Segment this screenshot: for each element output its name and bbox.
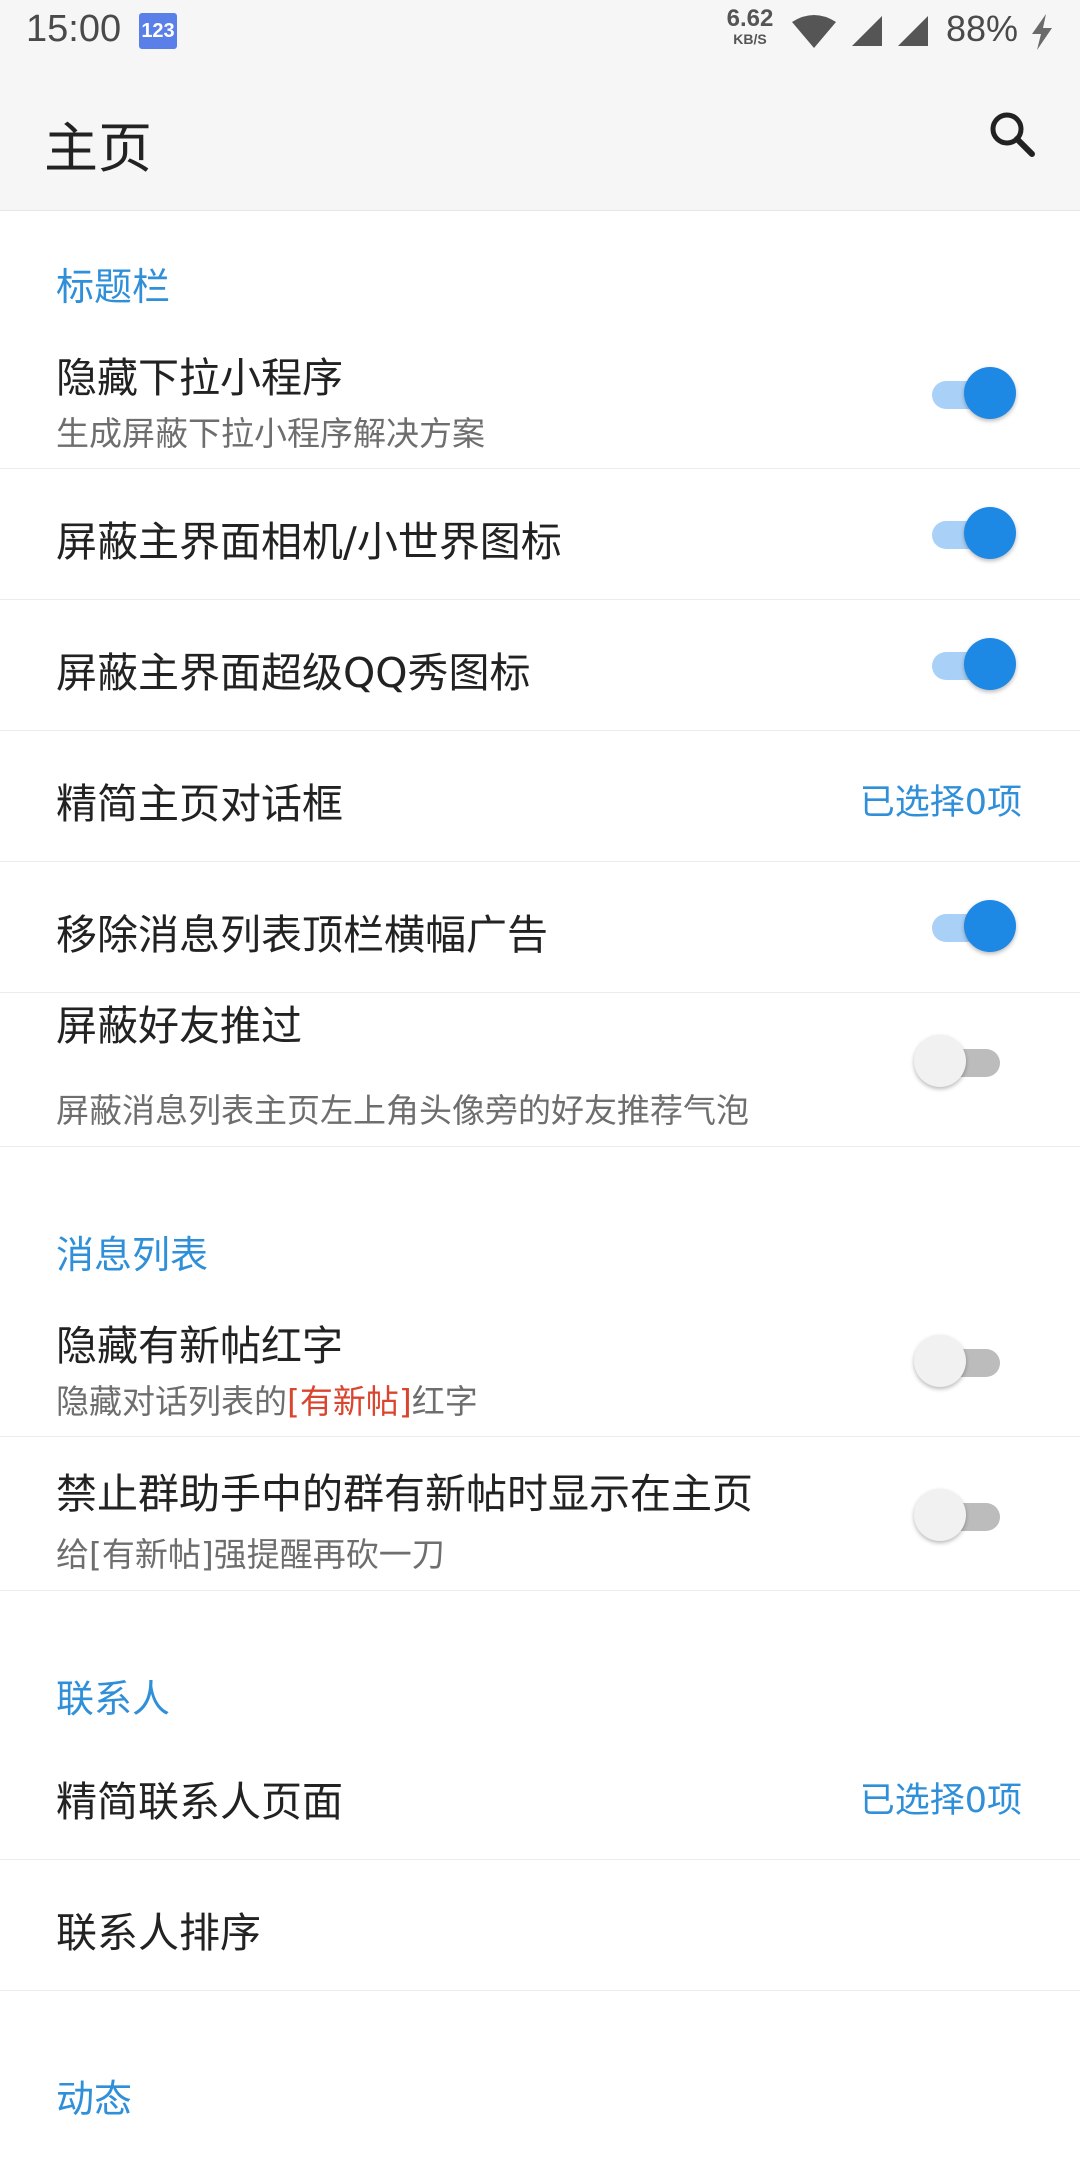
setting-row-hide-camera-icon[interactable]: 屏蔽主界面相机/小世界图标 xyxy=(0,468,1080,600)
setting-title: 屏蔽主界面超级QQ秀图标 xyxy=(56,649,531,697)
toggle-block-group-assistant[interactable] xyxy=(914,1486,1010,1546)
section-title-titlebar: 标题栏 xyxy=(56,265,171,309)
setting-title: 联系人排序 xyxy=(56,1909,261,1957)
toggle-hide-camera-icon[interactable] xyxy=(928,504,1016,564)
subtitle-highlight: [有新帖] xyxy=(287,1382,412,1421)
setting-subtitle: 生成屏蔽下拉小程序解决方案 xyxy=(56,414,485,453)
toggle-block-friend-push[interactable] xyxy=(914,1032,1010,1092)
section-title-contacts: 联系人 xyxy=(56,1677,171,1721)
app-header: 主页 xyxy=(0,64,1080,211)
section-title-feeds: 动态 xyxy=(56,2077,133,2121)
setting-title: 禁止群助手中的群有新帖时显示在主页 xyxy=(56,1470,753,1518)
signal-icon-2 xyxy=(898,16,928,46)
setting-title: 精简联系人页面 xyxy=(56,1778,343,1826)
network-speed: 6.62 KB/S xyxy=(722,5,778,47)
setting-subtitle: 屏蔽消息列表主页左上角头像旁的好友推荐气泡 xyxy=(56,1091,749,1130)
toggle-thumb xyxy=(914,1489,966,1541)
setting-title: 屏蔽主界面相机/小世界图标 xyxy=(56,518,562,566)
setting-title: 屏蔽好友推过 xyxy=(56,1002,302,1050)
charging-icon xyxy=(1032,14,1052,50)
setting-row-remove-banner-ad[interactable]: 移除消息列表顶栏横幅广告 xyxy=(0,861,1080,993)
page-title: 主页 xyxy=(44,117,152,180)
setting-title: 精简主页对话框 xyxy=(56,780,343,828)
setting-subtitle: 给[有新帖]强提醒再砍一刀 xyxy=(56,1535,445,1574)
toggle-hide-qqshow-icon[interactable] xyxy=(928,635,1016,695)
selection-count: 已选择0项 xyxy=(859,783,1022,823)
setting-row-contact-sort[interactable]: 联系人排序 xyxy=(0,1859,1080,1991)
setting-title: 隐藏有新帖红字 xyxy=(56,1322,343,1370)
setting-row-block-friend-push[interactable]: 屏蔽好友推过 屏蔽消息列表主页左上角头像旁的好友推荐气泡 xyxy=(0,992,1080,1147)
toggle-thumb xyxy=(914,1035,966,1087)
status-bar: 15:00 123 6.62 KB/S 88% xyxy=(0,0,1080,64)
battery-level: 88% xyxy=(946,8,1019,49)
search-button[interactable] xyxy=(982,104,1046,168)
network-speed-unit: KB/S xyxy=(733,31,767,47)
wifi-icon xyxy=(792,15,836,48)
setting-title: 隐藏下拉小程序 xyxy=(56,354,343,402)
search-icon xyxy=(990,112,1035,157)
setting-row-block-group-assistant[interactable]: 禁止群助手中的群有新帖时显示在主页 给[有新帖]强提醒再砍一刀 xyxy=(0,1436,1080,1591)
toggle-hide-new-post-red[interactable] xyxy=(914,1332,1010,1392)
subtitle-suffix: 红字 xyxy=(411,1382,478,1421)
toggle-thumb xyxy=(964,638,1016,690)
setting-row-hide-new-post-red[interactable]: 隐藏有新帖红字 隐藏对话列表的[有新帖]红字 xyxy=(0,1290,1080,1437)
setting-row-hide-qqshow-icon[interactable]: 屏蔽主界面超级QQ秀图标 xyxy=(0,599,1080,731)
setting-row-hide-pulldown-miniapp[interactable]: 隐藏下拉小程序 生成屏蔽下拉小程序解决方案 xyxy=(0,322,1080,469)
selection-count: 已选择0项 xyxy=(859,1781,1022,1821)
setting-title: 移除消息列表顶栏横幅广告 xyxy=(56,911,548,959)
section-title-message-list: 消息列表 xyxy=(56,1233,209,1277)
setting-subtitle: 隐藏对话列表的[有新帖]红字 xyxy=(56,1375,478,1423)
toggle-thumb xyxy=(964,900,1016,952)
toggle-hide-pulldown-miniapp[interactable] xyxy=(928,364,1016,424)
signal-icon xyxy=(852,16,882,46)
toggle-thumb xyxy=(914,1335,966,1387)
input-method-icon: 123 xyxy=(139,13,177,49)
setting-row-simplify-home-dialog[interactable]: 精简主页对话框 已选择0项 xyxy=(0,730,1080,862)
status-time: 15:00 xyxy=(26,8,122,50)
setting-row-simplify-contacts[interactable]: 精简联系人页面 已选择0项 xyxy=(0,1728,1080,1860)
network-speed-value: 6.62 xyxy=(726,5,774,32)
subtitle-prefix: 隐藏对话列表的 xyxy=(56,1382,287,1421)
toggle-thumb xyxy=(964,367,1016,419)
toggle-thumb xyxy=(964,507,1016,559)
toggle-remove-banner-ad[interactable] xyxy=(928,897,1016,957)
